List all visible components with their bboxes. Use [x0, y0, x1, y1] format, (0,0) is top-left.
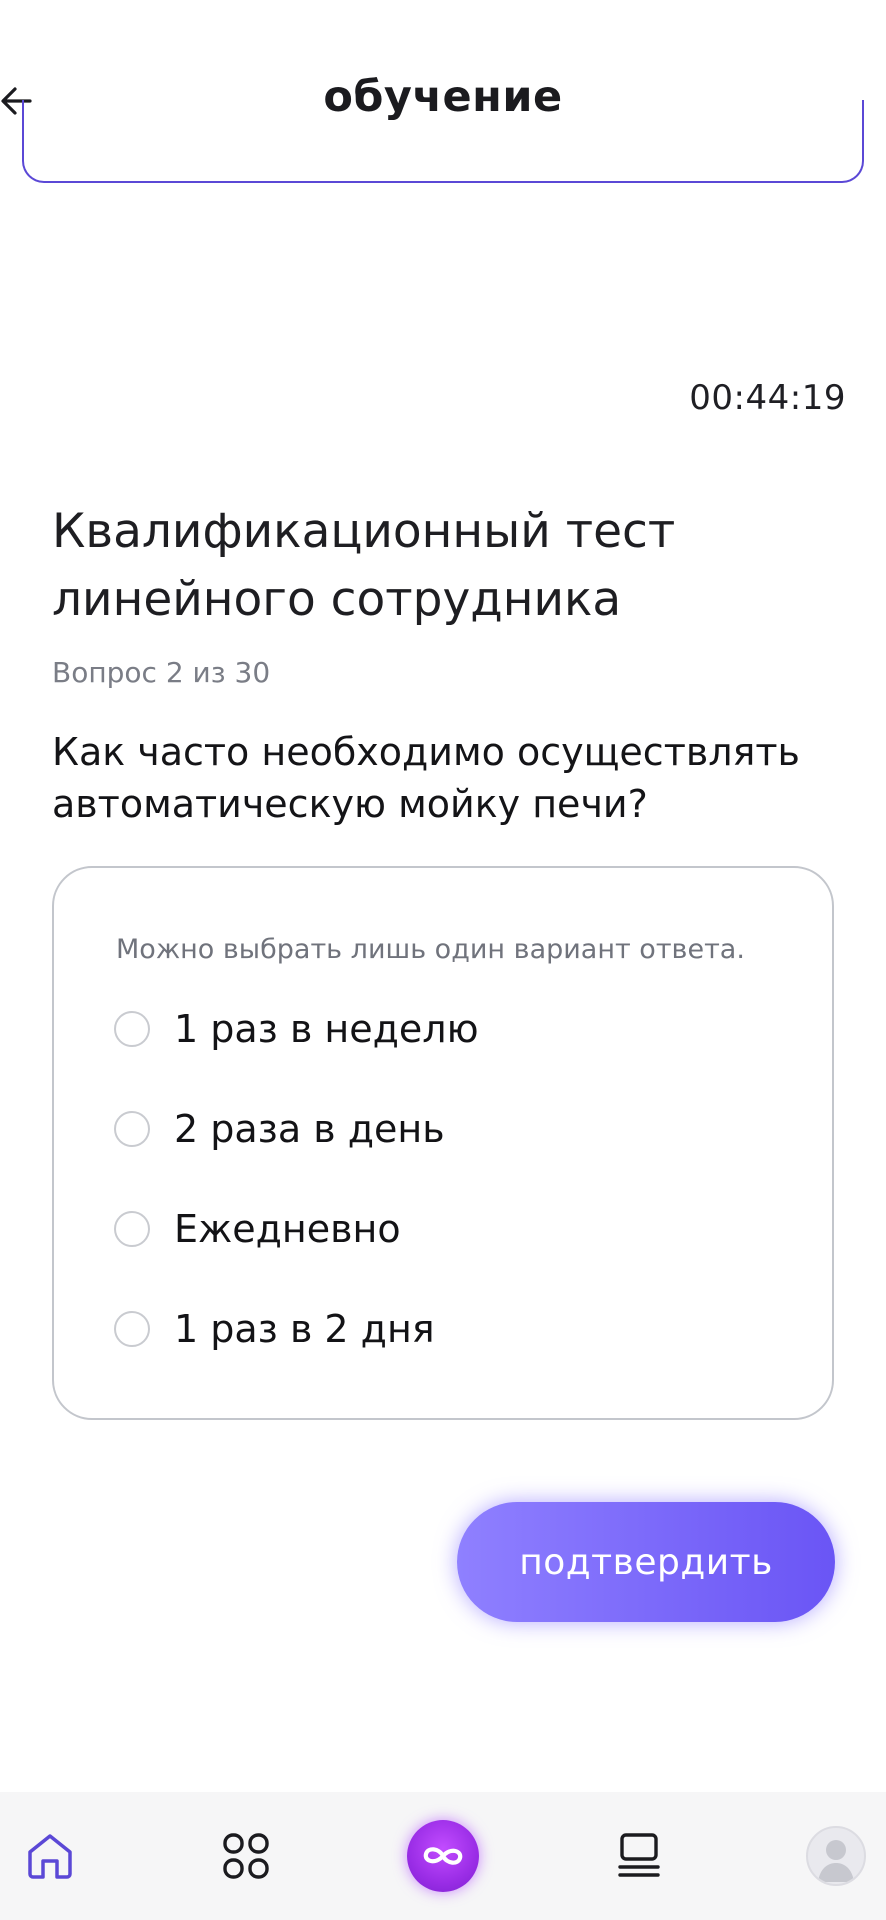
answer-option[interactable]: Ежедневно	[114, 1199, 401, 1259]
radio-button[interactable]	[114, 1311, 150, 1347]
nav-profile[interactable]	[798, 1818, 874, 1894]
answer-option-label: Ежедневно	[174, 1207, 401, 1251]
progress-card-edge	[22, 100, 864, 183]
answer-option[interactable]: 1 раз в неделю	[114, 999, 479, 1059]
answer-option-label: 1 раз в неделю	[174, 1007, 479, 1051]
home-icon	[28, 1834, 72, 1879]
list-icon	[618, 1833, 660, 1877]
answers-card: Можно выбрать лишь один вариант ответа. …	[52, 866, 834, 1420]
answer-option-label: 2 раза в день	[174, 1107, 445, 1151]
avatar-icon	[818, 1840, 854, 1882]
avatar	[806, 1826, 866, 1886]
test-title: Квалификационный тест линейного сотрудни…	[52, 504, 676, 627]
question-counter: Вопрос 2 из 30	[52, 656, 271, 689]
answer-option[interactable]: 2 раза в день	[114, 1099, 445, 1159]
nav-catalog[interactable]	[208, 1818, 284, 1894]
radio-button[interactable]	[114, 1011, 150, 1047]
test-timer: 00:44:19	[689, 378, 846, 418]
nav-home[interactable]	[12, 1818, 88, 1894]
radio-button[interactable]	[114, 1111, 150, 1147]
infinity-icon	[423, 1847, 463, 1865]
answers-hint: Можно выбрать лишь один вариант ответа.	[116, 934, 745, 965]
grid-icon	[223, 1833, 269, 1879]
answer-option[interactable]: 1 раз в 2 дня	[114, 1299, 435, 1359]
bottom-nav	[0, 1792, 886, 1920]
nav-courses[interactable]	[601, 1818, 677, 1894]
radio-button[interactable]	[114, 1211, 150, 1247]
question-text: Как часто необходимо осуществлять автома…	[52, 730, 800, 826]
nav-center[interactable]	[405, 1818, 481, 1894]
confirm-button[interactable]: подтвердить	[457, 1502, 835, 1622]
center-button	[407, 1820, 479, 1892]
answer-option-label: 1 раз в 2 дня	[174, 1307, 435, 1351]
